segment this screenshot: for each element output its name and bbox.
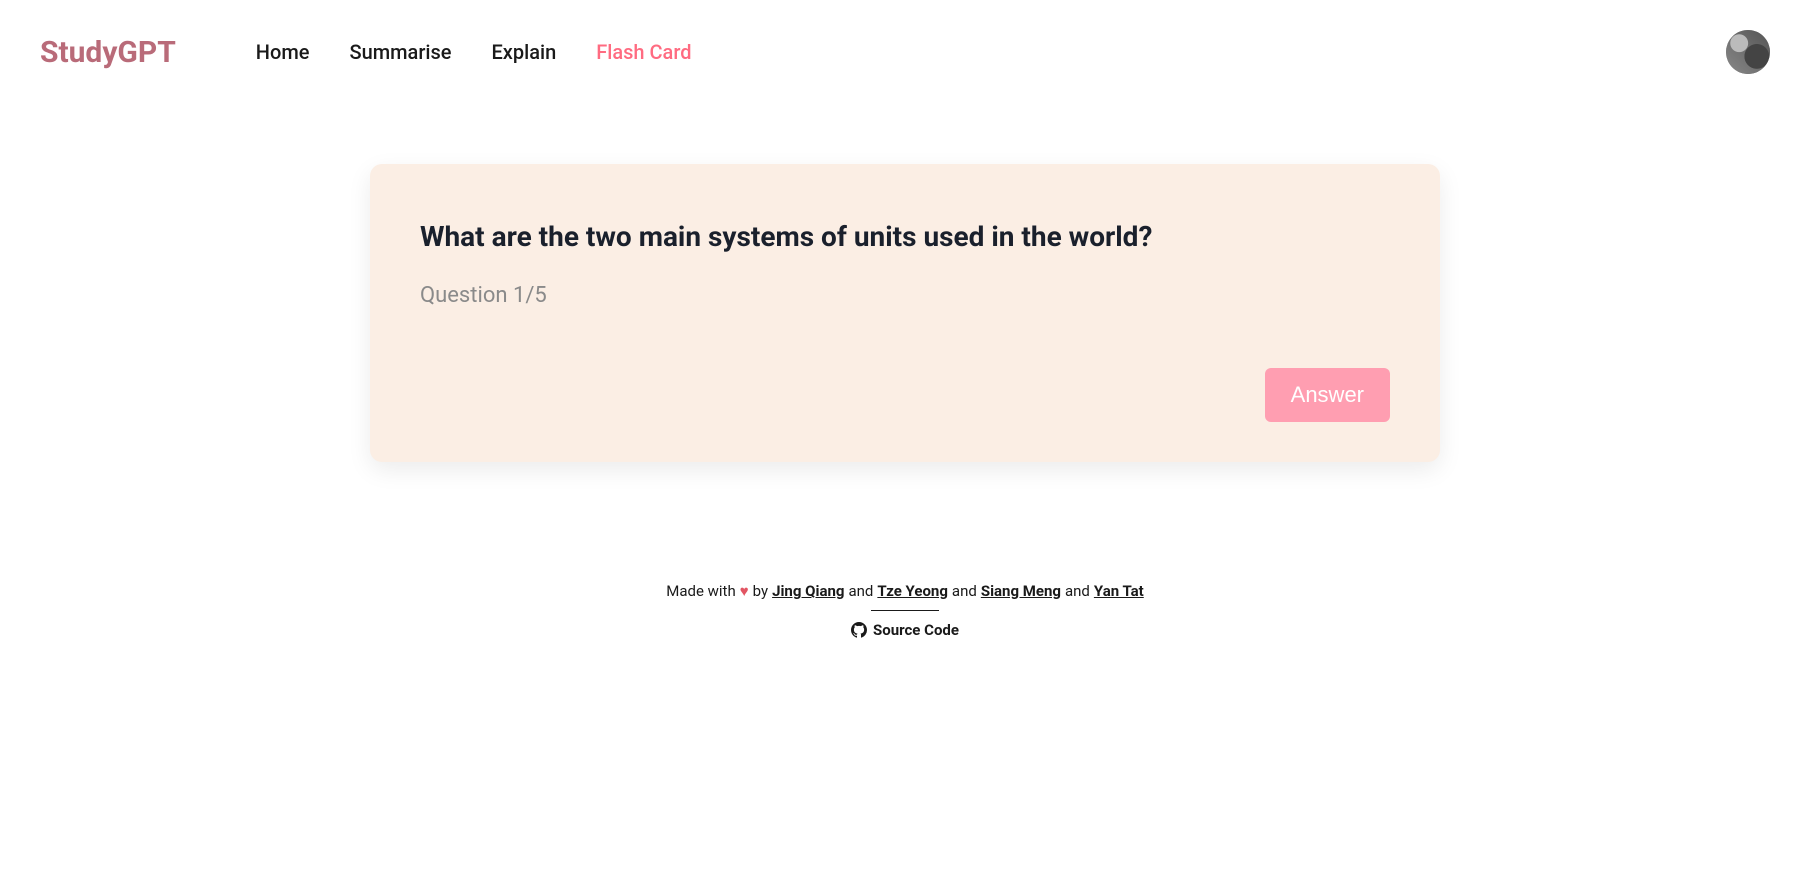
by-text: by bbox=[753, 582, 768, 600]
author-link-3[interactable]: Siang Meng bbox=[981, 582, 1061, 600]
footer: Made with ♥ by Jing Qiang and Tze Yeong … bbox=[0, 502, 1810, 679]
source-code-text: Source Code bbox=[873, 621, 959, 639]
source-code-line[interactable]: Source Code bbox=[20, 621, 1790, 639]
author-link-1[interactable]: Jing Qiang bbox=[772, 582, 844, 600]
author-link-4[interactable]: Yan Tat bbox=[1094, 582, 1144, 600]
header-left: StudyGPT Home Summarise Explain Flash Ca… bbox=[40, 35, 691, 70]
heart-icon: ♥ bbox=[740, 582, 749, 600]
footer-credits: Made with ♥ by Jing Qiang and Tze Yeong … bbox=[20, 582, 1790, 600]
and-text-3: and bbox=[1065, 582, 1090, 600]
and-text-1: and bbox=[848, 582, 873, 600]
github-icon bbox=[851, 622, 867, 638]
card-actions: Answer bbox=[420, 368, 1390, 422]
main-nav: Home Summarise Explain Flash Card bbox=[256, 40, 692, 64]
nav-summarise[interactable]: Summarise bbox=[349, 40, 451, 64]
app-logo[interactable]: StudyGPT bbox=[40, 35, 176, 70]
header: StudyGPT Home Summarise Explain Flash Ca… bbox=[0, 0, 1810, 104]
nav-explain[interactable]: Explain bbox=[492, 40, 557, 64]
flashcard: What are the two main systems of units u… bbox=[370, 164, 1440, 462]
question-text: What are the two main systems of units u… bbox=[420, 220, 1390, 253]
nav-flashcard[interactable]: Flash Card bbox=[596, 40, 691, 64]
and-text-2: and bbox=[952, 582, 977, 600]
made-with-text: Made with bbox=[666, 582, 735, 600]
footer-divider bbox=[871, 610, 939, 611]
avatar[interactable] bbox=[1726, 30, 1770, 74]
author-link-2[interactable]: Tze Yeong bbox=[877, 582, 948, 600]
main: What are the two main systems of units u… bbox=[0, 104, 1810, 502]
nav-home[interactable]: Home bbox=[256, 40, 310, 64]
answer-button[interactable]: Answer bbox=[1265, 368, 1390, 422]
question-progress: Question 1/5 bbox=[420, 283, 1390, 308]
